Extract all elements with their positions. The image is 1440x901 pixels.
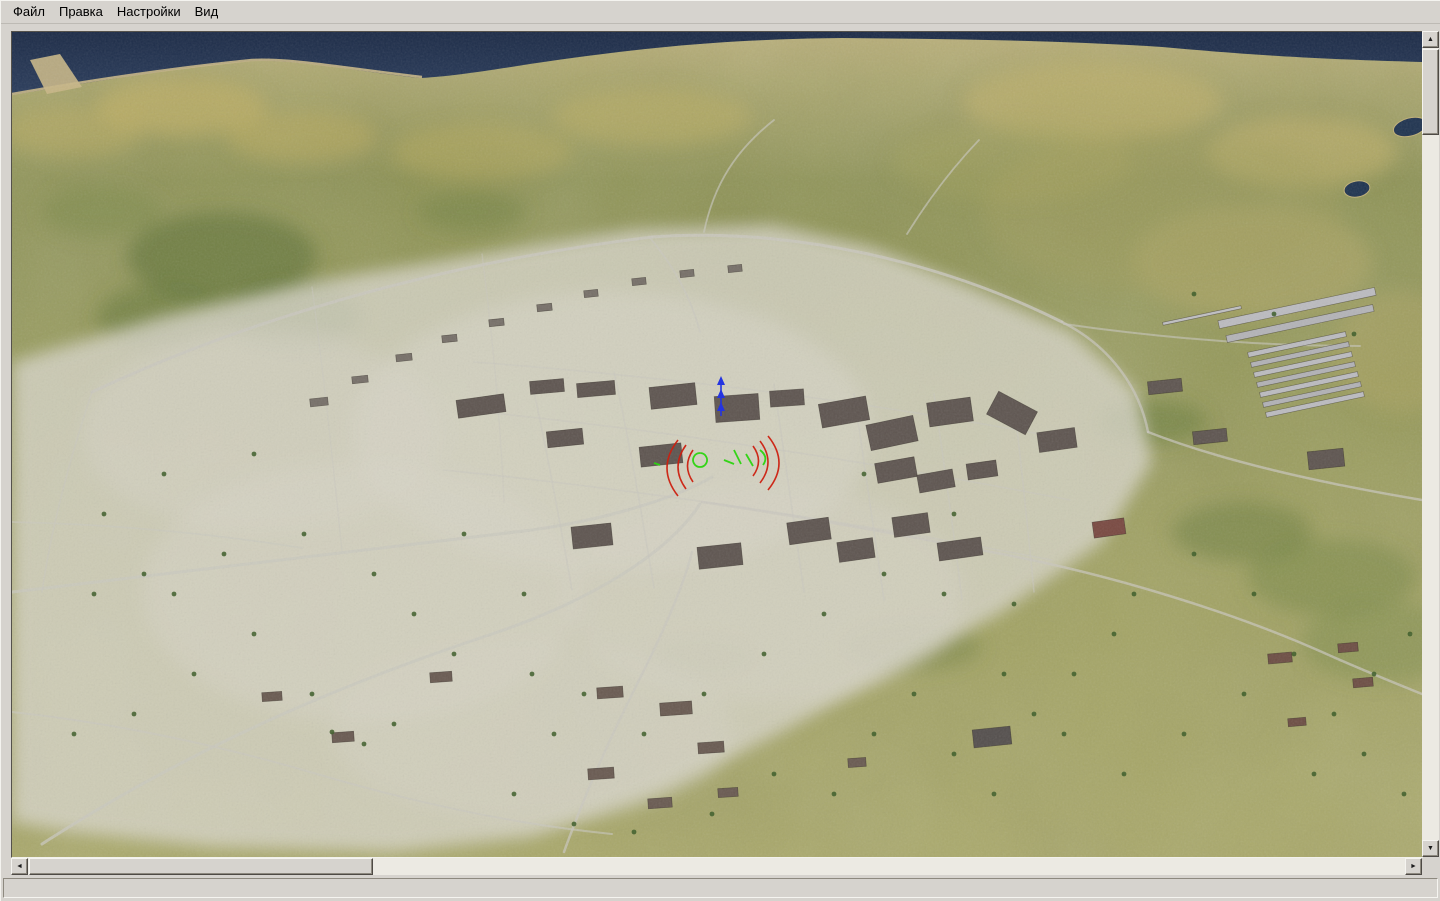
- down-arrow-icon: ▼: [1427, 845, 1434, 852]
- vertical-scrollbar[interactable]: ▲ ▼: [1422, 31, 1439, 857]
- left-arrow-icon: ◄: [16, 863, 23, 870]
- up-arrow-icon: ▲: [1427, 36, 1434, 43]
- menu-separator: [1, 23, 1440, 24]
- terrain-grain-texture: [12, 32, 1422, 857]
- scrollbar-corner: [1422, 858, 1439, 875]
- menu-bar: Файл Правка Настройки Вид: [1, 1, 1440, 23]
- map-viewport[interactable]: [11, 31, 1423, 858]
- horizontal-scrollbar[interactable]: ◄ ►: [11, 858, 1422, 875]
- menu-edit[interactable]: Правка: [52, 2, 110, 22]
- terrain-scene: [12, 32, 1422, 857]
- menu-file[interactable]: Файл: [6, 2, 52, 22]
- vertical-scroll-thumb[interactable]: [1422, 49, 1439, 135]
- status-bar: [3, 878, 1438, 898]
- right-arrow-icon: ►: [1410, 863, 1417, 870]
- scroll-up-button[interactable]: ▲: [1422, 31, 1439, 48]
- scroll-left-button[interactable]: ◄: [11, 858, 28, 875]
- app-window: Файл Правка Настройки Вид ▲ ▼ ◄ ►: [0, 0, 1440, 901]
- menu-view[interactable]: Вид: [188, 2, 226, 22]
- menu-settings[interactable]: Настройки: [110, 2, 188, 22]
- horizontal-scroll-thumb[interactable]: [29, 858, 373, 875]
- scroll-down-button[interactable]: ▼: [1422, 840, 1439, 857]
- scroll-right-button[interactable]: ►: [1405, 858, 1422, 875]
